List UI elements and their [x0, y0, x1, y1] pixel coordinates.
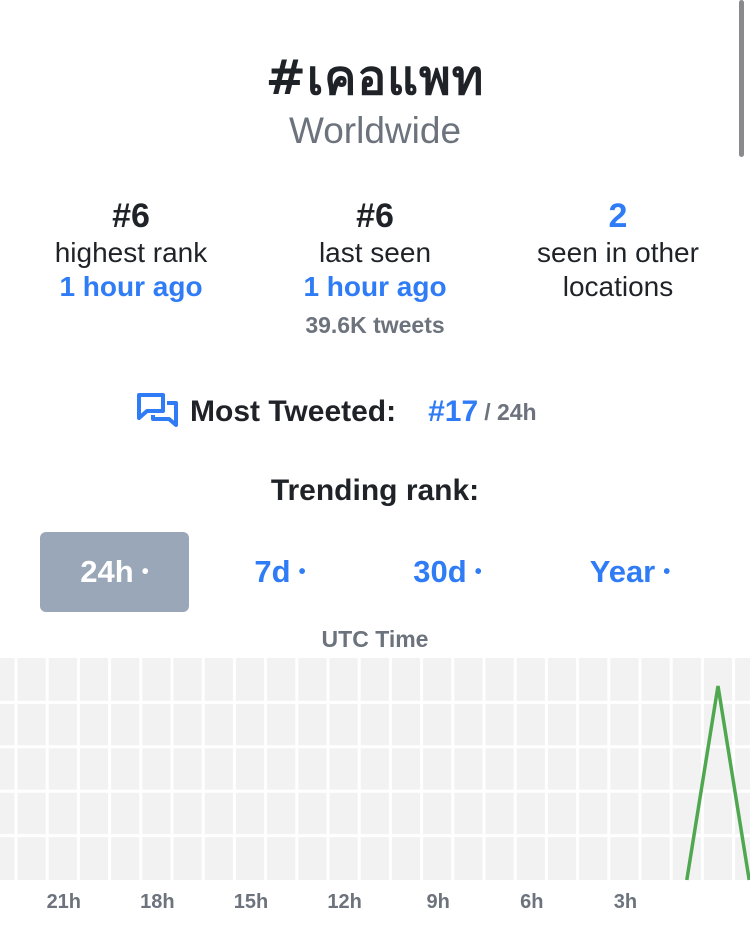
x-tick-label: 9h — [427, 891, 450, 913]
last-seen-value: #6 — [356, 197, 394, 235]
tab-24h[interactable]: 24h • — [40, 532, 189, 612]
x-tick-label: 12h — [327, 891, 361, 913]
tab-7d-dot: • — [298, 560, 306, 583]
most-tweeted-rank[interactable]: #17 — [428, 395, 478, 429]
highest-rank-value: #6 — [112, 197, 150, 235]
other-locations-count[interactable]: 2 — [493, 196, 743, 236]
tab-year-dot: • — [663, 560, 671, 583]
page-title: #เคอแพท — [265, 50, 485, 106]
tab-30d[interactable]: 30d • — [385, 532, 510, 612]
stat-other-locations[interactable]: 2 seen in other locations — [493, 196, 743, 304]
tab-year-label: Year — [589, 554, 656, 589]
most-tweeted-label: Most Tweeted: — [190, 395, 397, 428]
tab-30d-label: 30d — [413, 554, 467, 589]
tab-24h-dot: • — [141, 560, 149, 583]
x-tick-label: 15h — [234, 891, 268, 913]
tab-30d-dot: • — [474, 560, 482, 583]
x-tick-label: 18h — [140, 891, 174, 913]
x-tick-label: 6h — [520, 891, 543, 913]
most-tweeted: Most Tweeted: #17 / 24h — [136, 390, 537, 434]
trending-rank-heading: Trending rank: — [270, 474, 480, 507]
tab-7d[interactable]: 7d • — [220, 532, 340, 612]
chart-x-ticks: 21h 18h 15h 12h 9h 6h 3h — [47, 891, 638, 913]
location-subtitle: Worldwide — [288, 110, 462, 151]
trending-rank-chart: 21h 18h 15h 12h 9h 6h 3h — [0, 658, 750, 913]
last-seen-time: 1 hour ago — [303, 271, 447, 302]
tab-year[interactable]: Year • — [565, 532, 695, 612]
stat-last-seen: #6 last seen 1 hour ago 39.6K tweets — [250, 196, 500, 339]
x-tick-label: 3h — [614, 891, 637, 913]
other-locations-label-1: seen in other — [537, 237, 699, 268]
highest-rank-time: 1 hour ago — [59, 271, 203, 302]
stat-highest-rank: #6 highest rank 1 hour ago — [6, 196, 256, 304]
other-locations-label-2: locations — [562, 271, 674, 302]
last-seen-label: last seen — [318, 237, 432, 268]
highest-rank-label: highest rank — [54, 237, 208, 268]
chart-axis-title: UTC Time — [321, 626, 429, 652]
tweet-count: 39.6K tweets — [305, 312, 445, 338]
chat-bubbles-icon — [136, 392, 180, 432]
x-tick-label: 21h — [47, 891, 81, 913]
tab-7d-label: 7d — [254, 554, 291, 589]
most-tweeted-period: / 24h — [484, 398, 537, 425]
chart-grid — [0, 658, 750, 880]
tab-24h-label: 24h — [80, 554, 134, 589]
chart-plot-background — [0, 658, 750, 880]
